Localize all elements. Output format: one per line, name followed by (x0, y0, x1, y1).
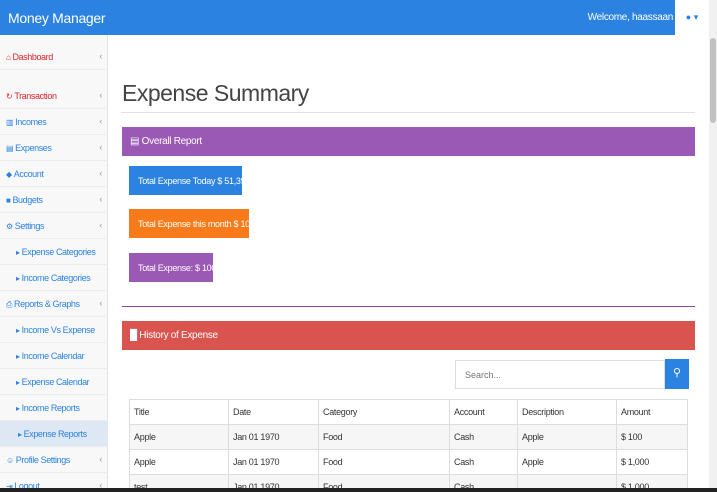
top-navbar: Money Manager Welcome, haassaan ● ▾ (0, 0, 709, 35)
search-icon: ⚲ (672, 367, 682, 379)
caret-left-icon: ‹ (99, 51, 102, 61)
sidebar-item-income-categories[interactable]: ▸ Income Categories (0, 265, 108, 291)
sidebar-item-expense-calendar[interactable]: ▸ Expense Calendar (0, 369, 108, 395)
sidebar-item-income-calendar[interactable]: ▸ Income Calendar (0, 343, 108, 369)
total-expense-month-button[interactable]: Total Expense this month $ 100 (129, 209, 255, 238)
vertical-scrollbar[interactable] (709, 0, 717, 492)
search-box (455, 360, 665, 389)
sidebar-item-reports-graphs[interactable]: ⎙ Reports & Graphs ‹ (0, 291, 108, 317)
cell-date: Jan 01 1970 (228, 449, 319, 475)
table-row[interactable]: Apple Jan 01 1970 Food Cash Apple $ 1,00… (129, 449, 688, 475)
caret-left-icon: ‹ (99, 90, 102, 100)
sidebar-item-budgets[interactable]: ■ Budgets ‹ (0, 187, 108, 213)
sidebar: ⌂ Dashboard ‹ ↻ Transaction ‹ ▥ Incomes ‹ ▤… (0, 35, 108, 491)
caret-right-icon: ▸ (16, 248, 20, 257)
bar-chart-icon: ▤ (130, 136, 140, 147)
sidebar-item-dashboard[interactable]: ⌂ Dashboard ‹ (0, 44, 108, 70)
column-header-amount[interactable]: Amount (616, 399, 688, 425)
cell-description: Apple (517, 449, 617, 475)
overall-report-header: ▤ Overall Report (122, 127, 695, 156)
expense-history-table: Title Date Category Account Description … (129, 399, 688, 492)
caret-right-icon: ▸ (18, 430, 22, 439)
print-icon: ⎙ (6, 300, 12, 309)
table-row[interactable]: Apple Jan 01 1970 Food Cash Apple $ 100 (129, 424, 688, 450)
caret-right-icon: ▸ (16, 352, 20, 361)
table-header-row: Title Date Category Account Description … (129, 399, 688, 425)
history-header: █ History of Expense (122, 321, 695, 350)
total-expense-today-button[interactable]: Total Expense Today $ 51,390 (129, 166, 250, 195)
cell-account: Cash (449, 449, 518, 475)
caret-right-icon: ▸ (16, 274, 20, 283)
divider (121, 112, 695, 113)
caret-left-icon: ‹ (99, 116, 102, 126)
main-content: Expense Summary ▤ Overall Report Total E… (109, 35, 709, 492)
cogs-icon: ⚙ (6, 222, 13, 231)
sidebar-item-income-vs-expense[interactable]: ▸ Income Vs Expense (0, 317, 108, 343)
sidebar-item-settings[interactable]: ⚙ Settings ‹ (0, 213, 108, 239)
total-expense-button[interactable]: Total Expense: $ 100 (129, 253, 216, 282)
caret-down-icon: ‹ (99, 220, 102, 230)
caret-left-icon: ‹ (99, 168, 102, 178)
sidebar-item-expenses[interactable]: ▤ Expenses ‹ (0, 135, 108, 161)
caret-left-icon: ‹ (99, 194, 102, 204)
panel-title: Overall Report (141, 136, 203, 147)
bar-chart-icon: ▥ (6, 118, 14, 127)
column-header-description[interactable]: Description (517, 399, 617, 425)
history-of-expense-panel: █ History of Expense ⚲ Title Date Catego… (122, 321, 695, 492)
user-menu-button[interactable]: ● ▾ (675, 0, 709, 35)
refresh-icon: ↻ (6, 92, 13, 101)
welcome-text: Welcome, haassaan (587, 12, 674, 23)
sidebar-item-incomes[interactable]: ▥ Incomes ‹ (0, 109, 108, 135)
search-button[interactable]: ⚲ (665, 359, 689, 389)
column-header-account[interactable]: Account (449, 399, 518, 425)
panel-title: History of Expense (139, 330, 218, 341)
window-bottom-edge (0, 488, 717, 492)
column-header-title[interactable]: Title (129, 399, 229, 425)
cell-description: Apple (517, 424, 617, 450)
tag-icon: ◆ (6, 170, 12, 179)
sidebar-item-expense-categories[interactable]: ▸ Expense Categories (0, 239, 108, 265)
caret-left-icon: ‹ (99, 454, 102, 464)
home-icon: ⌂ (6, 53, 11, 62)
caret-right-icon: ▸ (16, 378, 20, 387)
cell-title: Apple (129, 449, 229, 475)
column-header-date[interactable]: Date (228, 399, 319, 425)
caret-right-icon: ▸ (16, 326, 20, 335)
cell-account: Cash (449, 424, 518, 450)
user-icon: ● (685, 12, 692, 22)
user-icon: ☺ (6, 456, 14, 465)
sidebar-item-account[interactable]: ◆ Account ‹ (0, 161, 108, 187)
sidebar-item-profile-settings[interactable]: ☺ Profile Settings ‹ (0, 447, 108, 473)
cell-amount: $ 1,000 (616, 449, 688, 475)
app-brand[interactable]: Money Manager (8, 10, 106, 26)
cell-category: Food (318, 424, 450, 450)
caret-right-icon: ▸ (16, 404, 20, 413)
cell-title: Apple (129, 424, 229, 450)
bar-chart-icon: █ (130, 330, 137, 341)
cell-category: Food (318, 449, 450, 475)
sidebar-item-income-reports[interactable]: ▸ Income Reports (0, 395, 108, 421)
list-icon: ▤ (6, 144, 14, 153)
sidebar-item-transaction[interactable]: ↻ Transaction ‹ (0, 83, 108, 109)
cell-date: Jan 01 1970 (228, 424, 319, 450)
caret-left-icon: ‹ (99, 142, 102, 152)
caret-down-icon: ‹ (99, 298, 102, 308)
chevron-down-icon: ▾ (693, 12, 699, 22)
cell-amount: $ 100 (616, 424, 688, 450)
column-header-category[interactable]: Category (318, 399, 450, 425)
search-input[interactable] (456, 361, 664, 388)
scrollbar-thumb[interactable] (710, 38, 716, 123)
page-title: Expense Summary (122, 80, 309, 106)
square-icon: ■ (6, 196, 11, 205)
overall-report-panel: ▤ Overall Report Total Expense Today $ 5… (122, 127, 695, 307)
sidebar-item-expense-reports[interactable]: ▸ Expense Reports (0, 421, 108, 447)
